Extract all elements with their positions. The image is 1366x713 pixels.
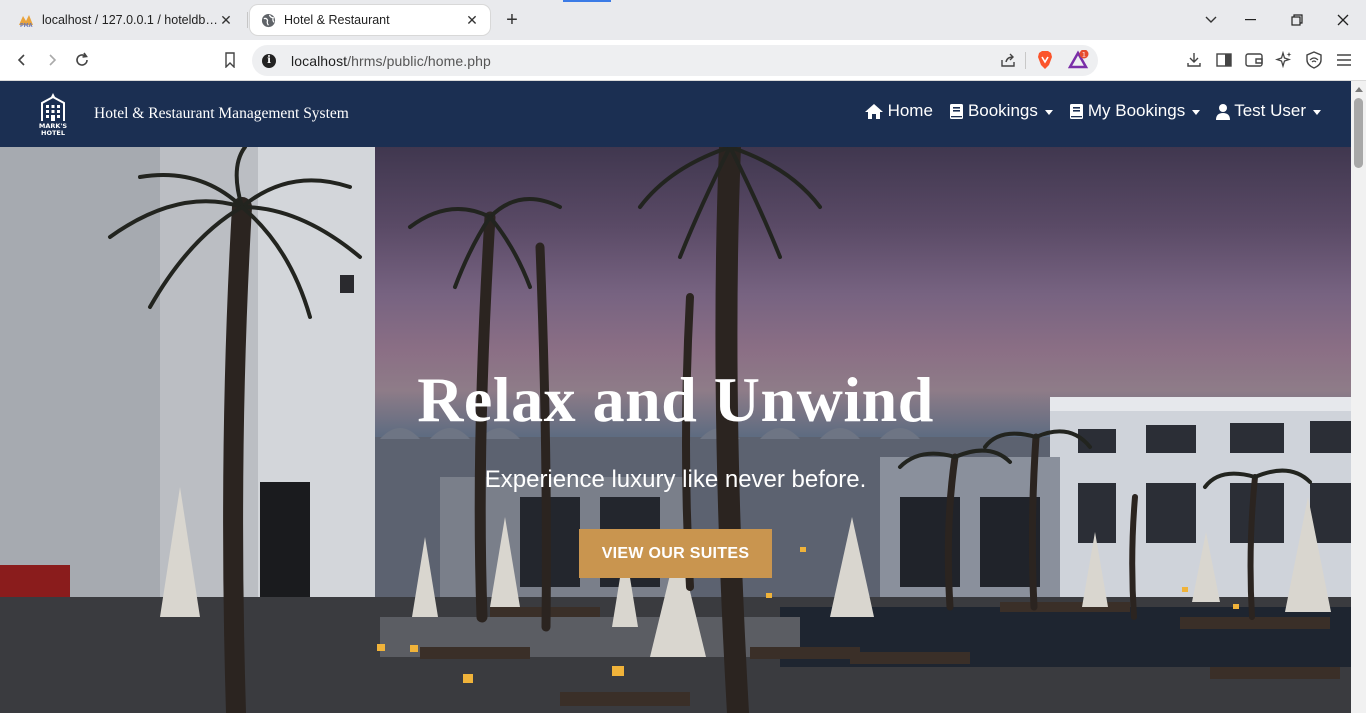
nav-bookings-label: Bookings (967, 101, 1038, 120)
tab-separator (247, 12, 248, 28)
main-nav: Home Bookings My Bookings Test User (848, 101, 1321, 121)
book-icon (949, 103, 964, 120)
sidebar-icon[interactable] (1212, 48, 1236, 72)
new-tab-button[interactable]: + (500, 8, 524, 32)
nav-my-bookings[interactable]: My Bookings (1069, 101, 1201, 121)
view-suites-button[interactable]: VIEW OUR SUITES (579, 529, 772, 578)
chevron-down-icon (1313, 109, 1321, 115)
tab-hotel-restaurant[interactable]: Hotel & Restaurant ✕ (250, 5, 490, 35)
address-bar[interactable]: i localhost/hrms/public/home.php 1 (252, 45, 1098, 76)
svg-text:PMA: PMA (20, 23, 33, 28)
tab-strip-indicator (563, 0, 611, 2)
leo-ai-icon[interactable] (1272, 48, 1296, 72)
tab-title: localhost / 127.0.0.1 / hoteldb | p (42, 13, 218, 27)
chevron-down-icon (1044, 109, 1053, 115)
hotel-logo[interactable]: MARK'S HOTEL (34, 91, 72, 137)
hero-subtitle: Experience luxury like never before. (484, 466, 867, 493)
vpn-icon[interactable] (1302, 48, 1326, 72)
forward-icon[interactable] (40, 48, 64, 72)
browser-tab-strip: PMA localhost / 127.0.0.1 / hoteldb | p … (0, 0, 1366, 40)
back-icon[interactable] (10, 48, 34, 72)
nav-home-label: Home (887, 101, 933, 120)
bookmark-icon[interactable] (218, 48, 242, 72)
url-path: /hrms/public/home.php (347, 52, 491, 69)
close-tab-icon[interactable]: ✕ (464, 12, 480, 28)
close-tab-icon[interactable]: ✕ (218, 12, 234, 28)
brand-name[interactable]: Hotel & Restaurant Management System (94, 105, 349, 123)
url-text: localhost/hrms/public/home.php (291, 53, 491, 69)
hero-title: Relax and Unwind (417, 364, 934, 435)
scroll-up-icon[interactable] (1355, 87, 1363, 92)
svg-text:HOTEL: HOTEL (41, 129, 65, 137)
omnibox-divider (1025, 52, 1026, 69)
nav-user-label: Test User (1234, 101, 1306, 120)
wallet-icon[interactable] (1242, 48, 1266, 72)
nav-user-menu[interactable]: Test User (1216, 101, 1321, 121)
home-icon (864, 103, 884, 120)
browser-toolbar: i localhost/hrms/public/home.php 1 (0, 40, 1366, 81)
tab-title: Hotel & Restaurant (284, 13, 390, 27)
user-icon (1216, 103, 1231, 120)
chevron-down-icon (1192, 109, 1201, 115)
url-host: localhost (291, 52, 348, 69)
phpmyadmin-icon: PMA (18, 12, 34, 28)
book-icon (1069, 103, 1084, 120)
brave-shields-icon[interactable] (1033, 48, 1057, 72)
tab-search-icon[interactable] (1198, 8, 1224, 32)
nav-home[interactable]: Home (864, 101, 933, 121)
scrollbar-thumb[interactable] (1354, 98, 1363, 168)
page-scrollbar[interactable] (1351, 81, 1366, 713)
site-navbar: MARK'S HOTEL Hotel & Restaurant Manageme… (0, 81, 1351, 147)
nav-bookings[interactable]: Bookings (949, 101, 1053, 121)
reload-icon[interactable] (70, 48, 94, 72)
menu-icon[interactable] (1332, 48, 1356, 72)
share-icon[interactable] (996, 48, 1020, 72)
nav-my-bookings-label: My Bookings (1087, 101, 1186, 120)
page-viewport: MARK'S HOTEL Hotel & Restaurant Manageme… (0, 81, 1351, 713)
hero-section: Relax and Unwind Experience luxury like … (0, 147, 1351, 713)
notification-badge: 1 (1082, 51, 1086, 59)
download-icon[interactable] (1182, 48, 1206, 72)
globe-icon (260, 12, 276, 28)
minimize-icon[interactable] (1238, 8, 1264, 32)
brave-rewards-icon[interactable]: 1 (1067, 48, 1091, 72)
tab-phpmyadmin[interactable]: PMA localhost / 127.0.0.1 / hoteldb | p … (8, 5, 244, 35)
restore-icon[interactable] (1284, 8, 1310, 32)
site-info-icon[interactable]: i (262, 53, 276, 68)
close-window-icon[interactable] (1330, 8, 1356, 32)
